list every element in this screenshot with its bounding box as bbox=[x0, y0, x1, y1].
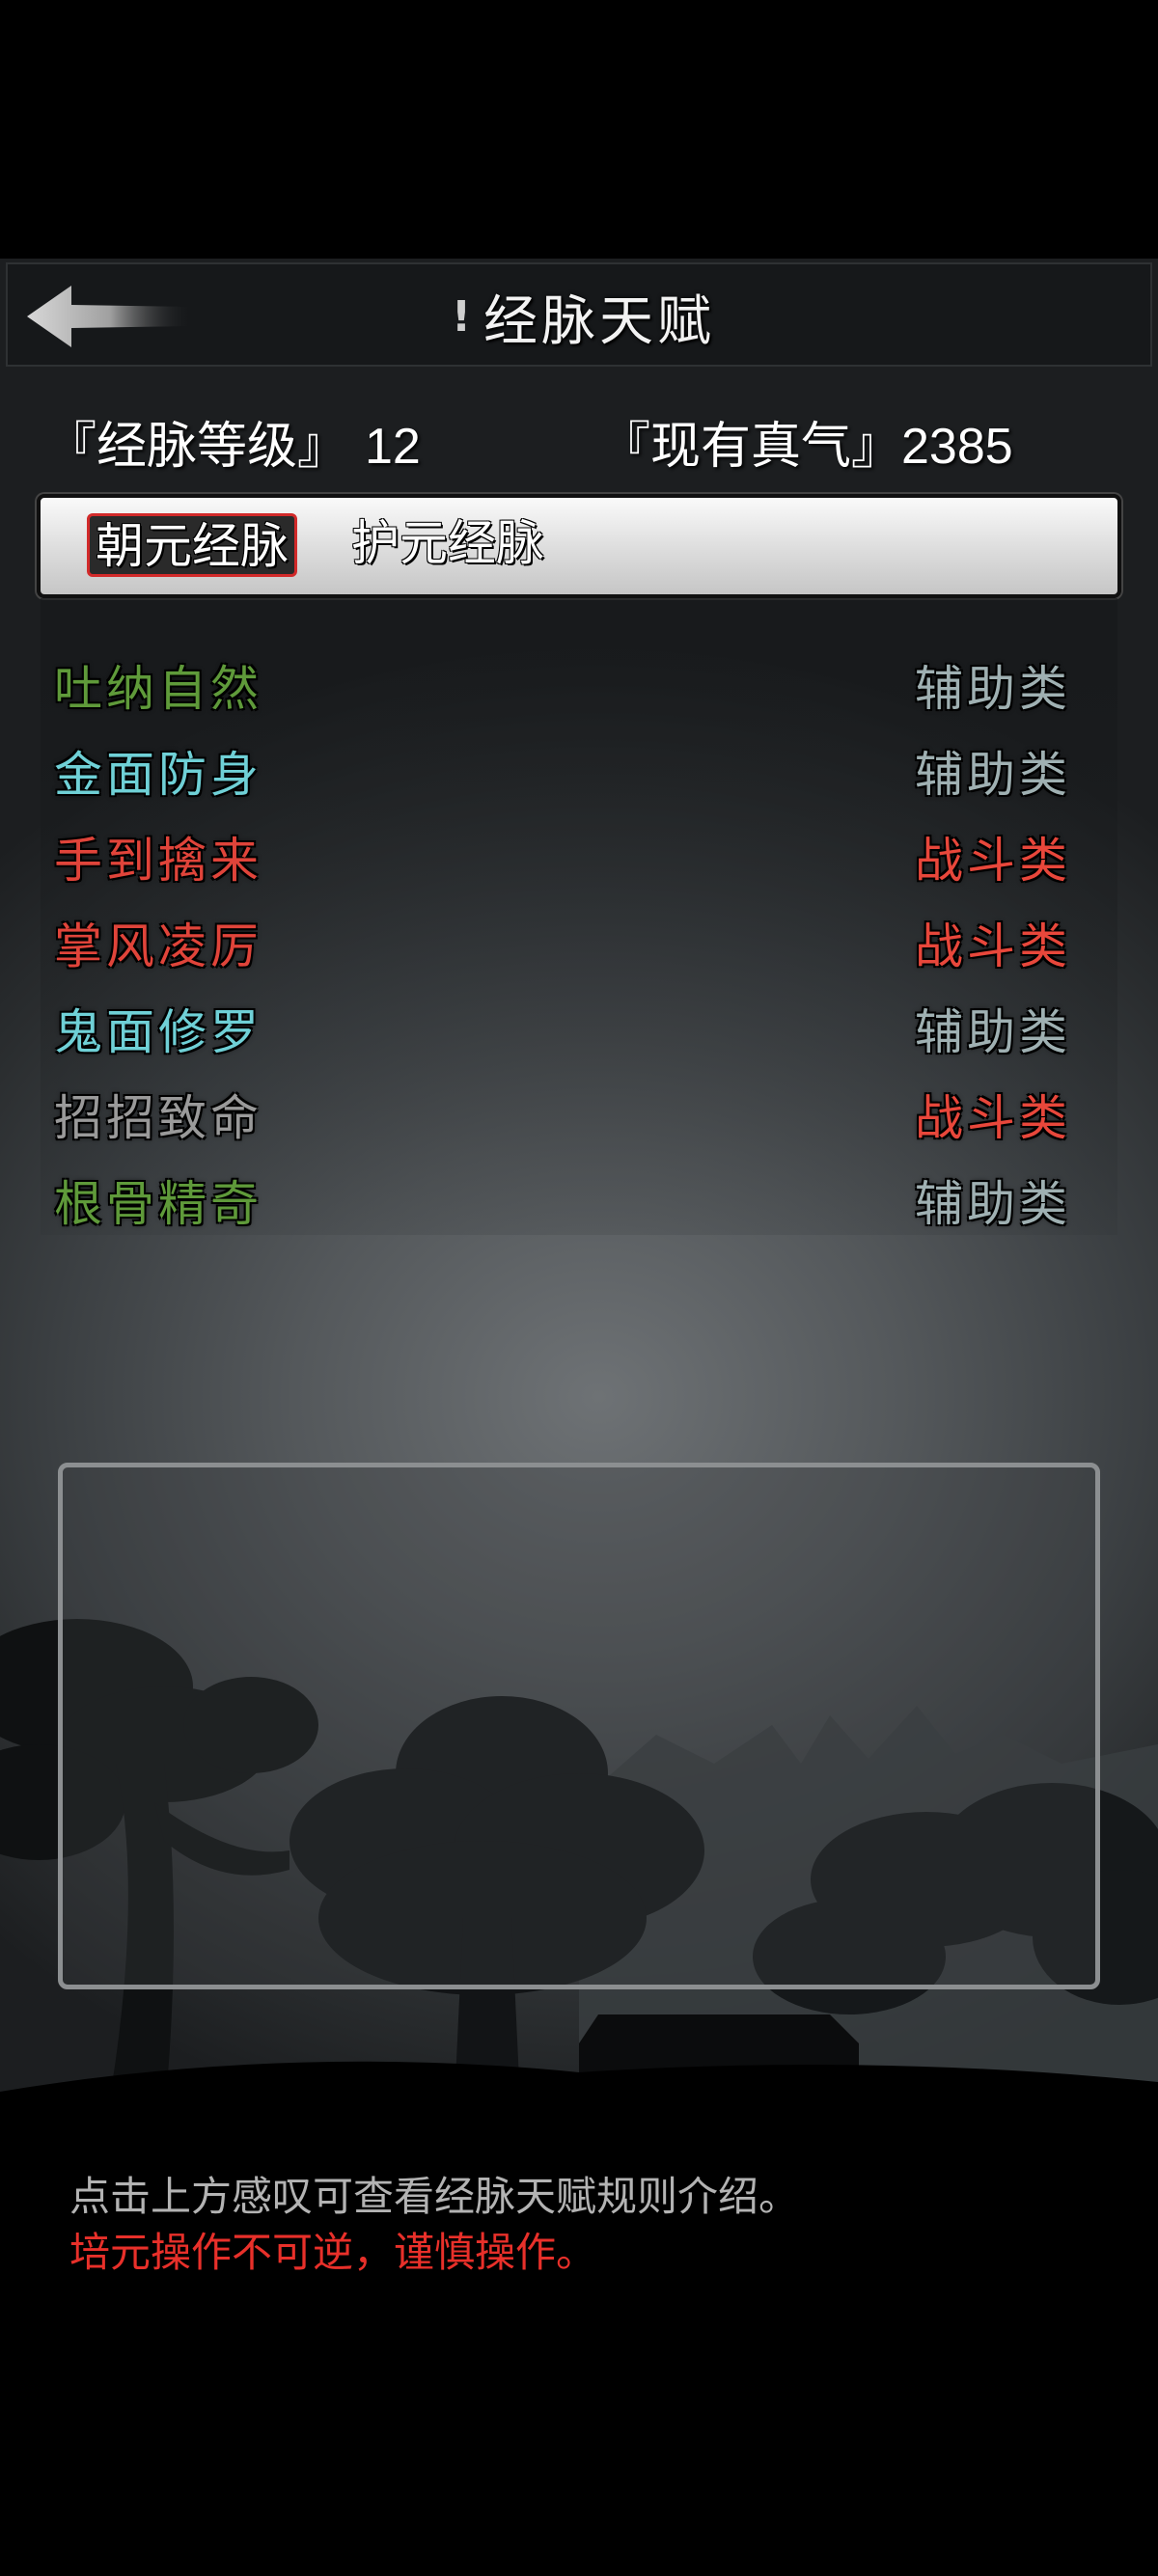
talent-row[interactable]: 掌风凌厉 战斗类 bbox=[41, 898, 1117, 983]
talent-type: 辅助类 bbox=[915, 1176, 1071, 1232]
talent-row[interactable]: 鬼面修罗 辅助类 bbox=[41, 984, 1117, 1069]
tab-huyuan-meridian[interactable]: 护元经脉 bbox=[345, 513, 550, 577]
talent-type: 辅助类 bbox=[915, 1004, 1071, 1060]
title-group: ! 经脉天赋 bbox=[8, 264, 1154, 369]
talent-name: 招招致命 bbox=[54, 1090, 262, 1146]
hint-text: 点击上方感叹可查看经脉天赋规则介绍。 bbox=[69, 2173, 800, 2220]
header-bar: ! 经脉天赋 bbox=[6, 262, 1152, 367]
talent-name: 金面防身 bbox=[54, 747, 262, 803]
meridian-level-value: 12 bbox=[365, 419, 421, 475]
talent-type: 战斗类 bbox=[915, 833, 1071, 889]
talent-row[interactable]: 招招致命 战斗类 bbox=[41, 1070, 1117, 1155]
talent-row[interactable]: 吐纳自然 辅助类 bbox=[41, 641, 1117, 726]
exclamation-icon[interactable]: ! bbox=[447, 289, 476, 343]
talent-name: 鬼面修罗 bbox=[54, 1004, 262, 1060]
qi-label: 『现有真气』 bbox=[600, 418, 902, 476]
qi-stat: 『现有真气』2385 bbox=[600, 405, 1013, 478]
footer-notes: 点击上方感叹可查看经脉天赋规则介绍。 培元操作不可逆，谨慎操作。 bbox=[69, 2169, 799, 2281]
talent-name: 掌风凌厉 bbox=[54, 918, 262, 974]
talent-type: 辅助类 bbox=[915, 661, 1071, 717]
talent-type: 战斗类 bbox=[915, 918, 1071, 974]
talent-row[interactable]: 根骨精奇 辅助类 bbox=[41, 1156, 1117, 1241]
talent-name: 根骨精奇 bbox=[54, 1176, 262, 1232]
meridian-tabs: 朝元经脉 护元经脉 bbox=[37, 494, 1121, 598]
talent-name: 手到擒来 bbox=[54, 833, 262, 889]
meridian-level-stat: 『经脉等级』 12 bbox=[46, 405, 421, 478]
stats-bar: 『经脉等级』 12 『现有真气』2385 bbox=[0, 405, 1158, 476]
talent-row[interactable]: 金面防身 辅助类 bbox=[41, 726, 1117, 811]
talent-type: 辅助类 bbox=[915, 747, 1071, 803]
tab-chaoyuan-meridian[interactable]: 朝元经脉 bbox=[87, 513, 297, 577]
talent-list: 吐纳自然 辅助类 金面防身 辅助类 手到擒来 战斗类 掌风凌厉 战斗类 鬼面修罗… bbox=[41, 598, 1117, 1235]
warning-text: 培元操作不可逆，谨慎操作。 bbox=[69, 2229, 597, 2276]
talent-row[interactable]: 手到擒来 战斗类 bbox=[41, 812, 1117, 897]
talent-type: 战斗类 bbox=[915, 1090, 1071, 1146]
game-screen: ! 经脉天赋 『经脉等级』 12 『现有真气』2385 朝元经脉 护元经脉 吐纳自… bbox=[0, 0, 1158, 2576]
description-panel bbox=[58, 1463, 1100, 1989]
qi-value: 2385 bbox=[901, 419, 1013, 475]
talent-name: 吐纳自然 bbox=[54, 661, 262, 717]
meridian-level-label: 『经脉等级』 bbox=[46, 418, 348, 476]
page-title: 经脉天赋 bbox=[483, 289, 715, 353]
